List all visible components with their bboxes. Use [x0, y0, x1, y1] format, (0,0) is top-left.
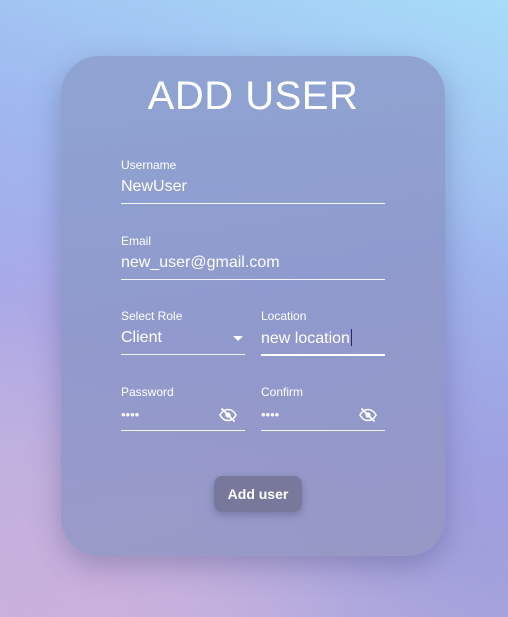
username-input[interactable]: NewUser — [121, 178, 187, 196]
password-input[interactable]: •••• — [121, 407, 139, 422]
location-input-text: new location — [261, 330, 350, 347]
confirm-password-field[interactable]: Confirm •••• — [261, 385, 385, 431]
password-field[interactable]: Password •••• — [121, 385, 245, 431]
caret-down-icon[interactable] — [233, 336, 243, 341]
add-user-card: ADD USER Username NewUser Email new_user… — [61, 56, 445, 556]
role-selected-value[interactable]: Client — [121, 329, 162, 347]
add-user-button[interactable]: Add user — [214, 476, 302, 512]
form-title: ADD USER — [147, 74, 359, 118]
email-label: Email — [121, 234, 152, 248]
username-field[interactable]: Username NewUser — [121, 158, 385, 204]
role-label: Select Role — [121, 309, 183, 323]
email-field[interactable]: Email new_user@gmail.com — [121, 234, 385, 280]
eye-off-icon[interactable] — [359, 407, 377, 423]
location-input[interactable]: new location — [261, 329, 352, 348]
role-select[interactable]: Select Role Client — [121, 309, 245, 355]
eye-off-icon[interactable] — [219, 407, 237, 423]
text-cursor — [350, 329, 352, 346]
email-input[interactable]: new_user@gmail.com — [121, 254, 280, 272]
location-label: Location — [261, 309, 307, 323]
confirm-label: Confirm — [261, 385, 304, 399]
username-label: Username — [121, 158, 177, 172]
confirm-input[interactable]: •••• — [261, 407, 279, 422]
password-label: Password — [121, 385, 174, 399]
location-field[interactable]: Location new location — [261, 309, 385, 356]
